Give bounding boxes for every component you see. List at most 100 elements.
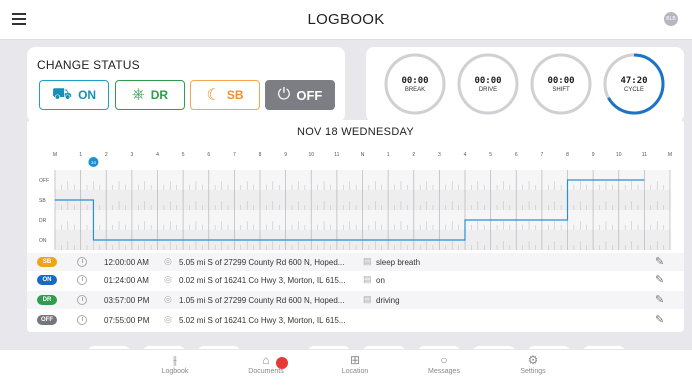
log-entry-row[interactable]: ON 01:24:00 AM ◎ 0.02 mi S of 16241 Co Hwy … bbox=[27, 271, 684, 289]
status-off-label: OFF bbox=[296, 87, 323, 103]
shift-timer-value: 00:00 bbox=[547, 76, 575, 86]
entry-time: 03:57:00 PM bbox=[104, 296, 150, 305]
status-dr-button[interactable]: ⎈ DR bbox=[115, 80, 185, 110]
entry-time: 12:00:00 AM bbox=[104, 258, 149, 267]
gear-icon: ⚙ bbox=[527, 353, 539, 367]
hour-label: 10 bbox=[616, 152, 622, 158]
status-on-button[interactable]: ⛟ ON bbox=[39, 80, 109, 110]
entry-time: 07:55:00 PM bbox=[104, 316, 150, 325]
break-timer: 00:00 BREAK bbox=[383, 52, 447, 116]
edit-pencil-icon[interactable]: ✎ bbox=[655, 313, 664, 326]
hour-label: 8 bbox=[566, 152, 569, 158]
change-status-heading: CHANGE STATUS bbox=[37, 58, 140, 72]
hour-label: 5 bbox=[489, 152, 492, 158]
cycle-timer-label: CYCLE bbox=[623, 87, 644, 93]
location-pin-icon: ◎ bbox=[164, 314, 172, 324]
location-pin-icon: ◎ bbox=[164, 256, 172, 266]
status-dr-label: DR bbox=[150, 88, 169, 102]
entry-location: 5.05 mi S of 27299 County Rd 600 N, Hope… bbox=[179, 258, 345, 267]
status-row-label: OFF bbox=[39, 178, 49, 184]
hos-timers-card: 00:00 BREAK 00:00 DRIVE 00:00 SHIFT 47:2… bbox=[366, 47, 684, 122]
tab-logbook[interactable]: ⫲ Logbook bbox=[145, 352, 205, 375]
tab-location[interactable]: ⊞ Location bbox=[325, 352, 385, 375]
note-icon: ▤ bbox=[363, 274, 372, 284]
hour-label: 6 bbox=[207, 152, 210, 158]
status-sb-button[interactable]: ☾ SB bbox=[190, 80, 260, 110]
hour-label: 2 bbox=[412, 152, 415, 158]
edit-pencil-icon[interactable]: ✎ bbox=[655, 255, 664, 268]
status-off-button[interactable]: ⏻ OFF bbox=[265, 80, 335, 110]
power-icon: ⏻ bbox=[277, 86, 291, 103]
status-on-label: ON bbox=[78, 88, 97, 102]
edit-pencil-icon[interactable]: ✎ bbox=[655, 273, 664, 286]
status-badge: ON bbox=[37, 275, 57, 285]
entry-time: 01:24:00 AM bbox=[104, 276, 149, 285]
sleep-icon: ☾ bbox=[206, 87, 221, 104]
tab-messages[interactable]: ○ Messages bbox=[414, 352, 474, 375]
change-status-card: CHANGE STATUS ⛟ ON ⎈ DR ☾ SB ⏻ OFF bbox=[27, 47, 345, 122]
hour-label: 1 bbox=[387, 152, 390, 158]
hour-label: 8 bbox=[259, 152, 262, 158]
logbook-card: NOV 18 WEDNESDAY M 1 2 3 4 5 6 7 8 9 10 11 N 1 2 3 4 5 6 7 8… bbox=[27, 120, 684, 332]
hour-label: 1 bbox=[79, 152, 82, 158]
log-entry-row[interactable]: DR 03:57:00 PM ◎ 1.05 mi S of 27299 County … bbox=[27, 291, 684, 309]
log-entry-row[interactable]: SB 12:00:00 AM ◎ 5.05 mi S of 27299 County … bbox=[27, 253, 684, 271]
cycle-timer: 47:20 CYCLE bbox=[602, 52, 666, 116]
top-bar: LOGBOOK BLB bbox=[0, 0, 692, 40]
map-icon: ⊞ bbox=[349, 353, 361, 367]
entry-location: 1.05 mi S of 27299 County Rd 600 N, Hope… bbox=[179, 296, 345, 305]
tab-location-label: Location bbox=[341, 368, 369, 375]
status-row-label: ON bbox=[39, 238, 47, 244]
shift-timer: 00:00 SHIFT bbox=[529, 52, 593, 116]
drive-timer-value: 00:00 bbox=[474, 76, 502, 86]
hour-label: 9 bbox=[592, 152, 595, 158]
status-badge: SB bbox=[37, 257, 57, 267]
shift-timer-label: SHIFT bbox=[552, 87, 570, 93]
sliders-icon: ⫲ bbox=[173, 353, 177, 367]
bottom-nav: ⫲ Logbook ⌂ Documents ⊞ Location ○ Messa… bbox=[0, 349, 692, 385]
steering-wheel-icon: ⎈ bbox=[131, 86, 145, 103]
clock-icon bbox=[77, 315, 87, 325]
note-icon: ▤ bbox=[363, 294, 372, 304]
clock-icon bbox=[77, 295, 87, 305]
notification-badge bbox=[276, 357, 288, 369]
edit-pencil-icon[interactable]: ✎ bbox=[655, 293, 664, 306]
note-icon: ▤ bbox=[363, 256, 372, 266]
hour-label: N bbox=[361, 152, 365, 158]
clock-icon bbox=[77, 257, 87, 267]
status-row-label: DR bbox=[39, 218, 47, 224]
location-pin-icon: ◎ bbox=[164, 274, 172, 284]
truck-icon: ⛟ bbox=[51, 86, 73, 103]
chat-icon: ○ bbox=[440, 353, 448, 367]
status-row-label: SB bbox=[39, 198, 46, 204]
hour-label: 3 bbox=[130, 152, 133, 158]
current-time-marker-label: 14 bbox=[91, 160, 97, 165]
page-title: LOGBOOK bbox=[307, 11, 385, 28]
hour-label: 3 bbox=[438, 152, 441, 158]
tab-logbook-label: Logbook bbox=[161, 368, 189, 375]
status-badge: OFF bbox=[37, 315, 57, 325]
tab-documents-label: Documents bbox=[248, 368, 284, 375]
entry-location: 5.02 mi S of 16241 Co Hwy 3, Morton, IL … bbox=[179, 316, 346, 325]
clock-icon bbox=[77, 275, 87, 285]
drive-timer: 00:00 DRIVE bbox=[456, 52, 520, 116]
tab-settings-label: Settings bbox=[520, 368, 546, 375]
tab-settings[interactable]: ⚙ Settings bbox=[503, 352, 563, 375]
hour-label: 5 bbox=[182, 152, 185, 158]
log-entry-row[interactable]: OFF 07:55:00 PM ◎ 5.02 mi S of 16241 Co Hwy… bbox=[27, 311, 684, 329]
cycle-timer-value: 47:20 bbox=[620, 76, 648, 86]
avatar[interactable]: BLB bbox=[664, 12, 678, 26]
hour-label: 4 bbox=[464, 152, 467, 158]
hour-label: M bbox=[668, 152, 672, 158]
hour-label: 4 bbox=[156, 152, 159, 158]
drive-timer-label: DRIVE bbox=[478, 87, 498, 93]
hour-label: 2 bbox=[105, 152, 108, 158]
hour-label: 7 bbox=[233, 152, 236, 158]
duty-status-graph[interactable]: M 1 2 3 4 5 6 7 8 9 10 11 N 1 2 3 4 5 6 7 8 9 10 11 M OFF SB DR ON 14 bbox=[27, 144, 684, 270]
hour-label: 10 bbox=[308, 152, 314, 158]
entry-location: 0.02 mi S of 16241 Co Hwy 3, Morton, IL … bbox=[179, 276, 346, 285]
hour-label: 7 bbox=[540, 152, 543, 158]
entry-note: sleep breath bbox=[376, 258, 421, 267]
break-timer-value: 00:00 bbox=[401, 76, 429, 86]
hour-label: M bbox=[53, 152, 57, 158]
